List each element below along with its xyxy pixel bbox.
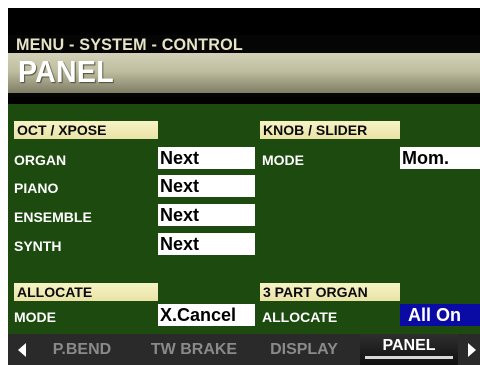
allocate-mode-label: MODE (14, 309, 56, 325)
page-title: PANEL (18, 54, 114, 89)
active-tab-indicator (365, 356, 453, 359)
display-screen: MENU - SYSTEM - CONTROL PANEL OCT / XPOS… (8, 8, 480, 365)
organ-label: ORGAN (14, 152, 67, 168)
menu-path: MENU - SYSTEM - CONTROL (16, 35, 243, 54)
synth-value[interactable]: Next (158, 233, 255, 255)
allocate-header: ALLOCATE (14, 283, 158, 301)
tab-scroll-right-icon[interactable] (468, 343, 476, 357)
tab-p-bend[interactable]: P.BEND (34, 334, 130, 365)
three-part-organ-allocate-value[interactable]: All On (400, 304, 480, 326)
synth-label: SYNTH (14, 238, 62, 254)
tab-tw-brake[interactable]: TW BRAKE (138, 334, 250, 365)
allocate-mode-value[interactable]: X.Cancel (158, 304, 255, 326)
organ-value[interactable]: Next (158, 147, 255, 169)
tab-panel[interactable]: PANEL (360, 334, 458, 365)
tab-display[interactable]: DISPLAY (254, 334, 354, 365)
tab-scroll-left-icon[interactable] (18, 343, 26, 357)
three-part-organ-header: 3 PART ORGAN (260, 283, 400, 301)
knob-slider-header: KNOB / SLIDER (260, 121, 400, 139)
three-part-organ-allocate-label: ALLOCATE (262, 309, 338, 325)
piano-value[interactable]: Next (158, 175, 255, 197)
settings-panel: OCT / XPOSE ORGAN Next PIANO Next ENSEMB… (8, 104, 480, 334)
ensemble-value[interactable]: Next (158, 204, 255, 226)
piano-label: PIANO (14, 180, 59, 196)
tab-bar: P.BEND TW BRAKE DISPLAY PANEL (8, 334, 480, 365)
knob-slider-mode-label: MODE (262, 152, 304, 168)
knob-slider-mode-value[interactable]: Mom. (400, 147, 480, 169)
oct-xpose-header: OCT / XPOSE (14, 121, 158, 139)
ensemble-label: ENSEMBLE (14, 209, 92, 225)
